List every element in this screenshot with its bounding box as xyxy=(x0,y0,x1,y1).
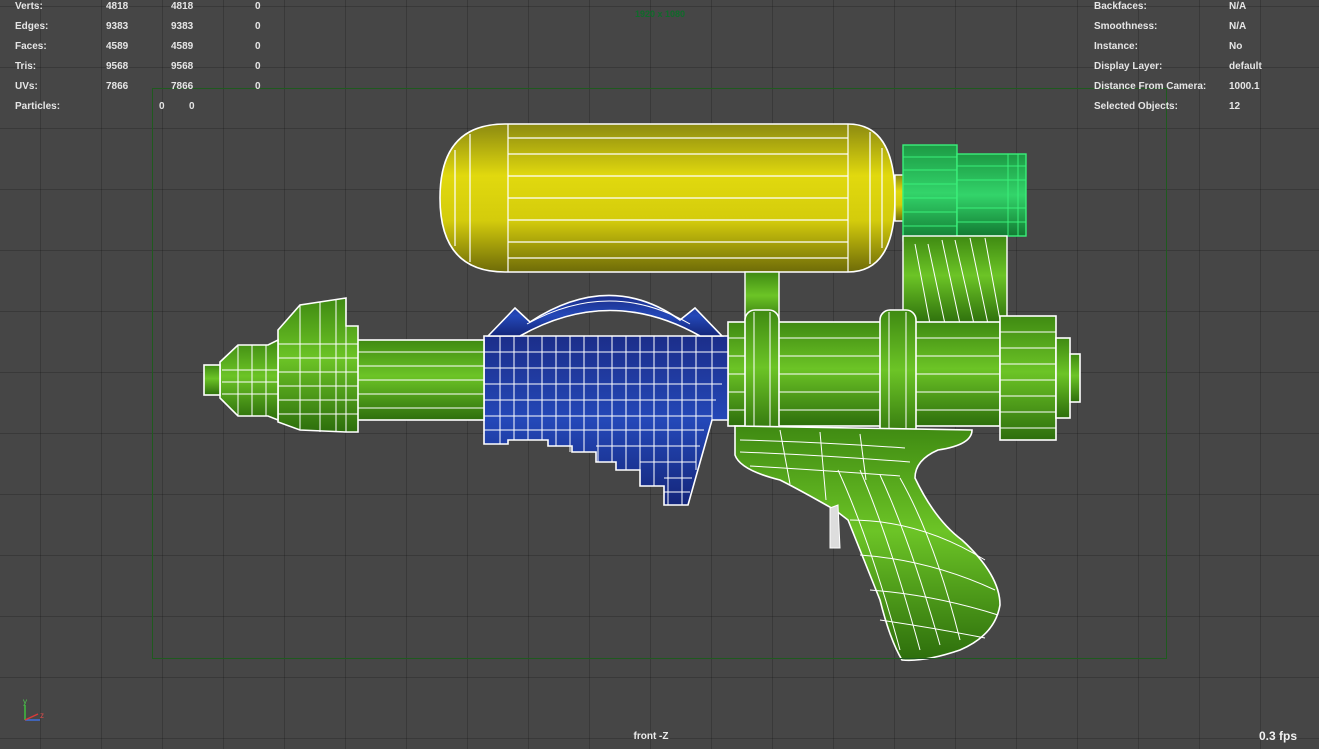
stat-value: 4818 xyxy=(171,1,194,12)
camera-name-label: front -Z xyxy=(633,731,669,742)
info-row-distance: Distance From Camera: 1000.1 xyxy=(1094,77,1294,97)
stat-row-particles: Particles: 0 0 xyxy=(15,97,285,117)
stat-value: 4589 xyxy=(106,41,129,52)
stat-label: Particles: xyxy=(15,101,61,112)
info-row-instance: Instance: No xyxy=(1094,37,1294,57)
info-label: Instance: xyxy=(1094,41,1138,52)
info-label: Display Layer: xyxy=(1094,61,1163,72)
stat-label: UVs: xyxy=(15,81,38,92)
info-value: N/A xyxy=(1229,21,1247,32)
info-row-display-layer: Display Layer: default xyxy=(1094,57,1294,77)
axis-y-label: y xyxy=(23,697,27,706)
stat-value: 0 xyxy=(255,41,261,52)
stat-value: 0 xyxy=(189,101,195,112)
info-value: N/A xyxy=(1229,1,1247,12)
info-row-smoothness: Smoothness: N/A xyxy=(1094,17,1294,37)
info-row-backfaces: Backfaces: N/A xyxy=(1094,0,1294,17)
stat-row-edges: Edges: 9383 9383 0 xyxy=(15,17,285,37)
axis-gizmo-icon: y z xyxy=(23,697,44,721)
info-value: No xyxy=(1229,41,1243,52)
stat-value: 0 xyxy=(255,1,261,12)
info-value: 12 xyxy=(1229,101,1241,112)
resolution-label: 1920 x 1080 xyxy=(634,9,686,19)
resolution-gate xyxy=(152,88,1167,659)
stat-label: Tris: xyxy=(15,61,37,72)
object-info-hud: Backfaces: N/A Smoothness: N/A Instance:… xyxy=(1094,0,1294,117)
viewport-front-camera[interactable]: 1920 x 1080 Verts: 4818 4818 0 Edges: 93… xyxy=(0,0,1319,749)
stat-row-tris: Tris: 9568 9568 0 xyxy=(15,57,285,77)
stat-value: 4589 xyxy=(171,41,194,52)
stat-row-uvs: UVs: 7866 7866 0 xyxy=(15,77,285,97)
info-label: Backfaces: xyxy=(1094,1,1147,12)
info-label: Smoothness: xyxy=(1094,21,1158,32)
stat-value: 4818 xyxy=(106,1,129,12)
stat-value: 9568 xyxy=(171,61,194,72)
stat-value: 0 xyxy=(255,21,261,32)
info-label: Selected Objects: xyxy=(1094,101,1178,112)
stat-value: 7866 xyxy=(171,81,194,92)
info-value: default xyxy=(1229,61,1262,72)
axis-z-label: z xyxy=(40,711,44,720)
stat-value: 7866 xyxy=(106,81,129,92)
stat-value: 0 xyxy=(255,81,261,92)
poly-count-hud: Verts: 4818 4818 0 Edges: 9383 9383 0 Fa… xyxy=(15,0,285,117)
stat-label: Edges: xyxy=(15,21,49,32)
stat-label: Verts: xyxy=(15,1,43,12)
info-value: 1000.1 xyxy=(1229,81,1260,92)
fps-counter: 0.3 fps xyxy=(1258,729,1297,743)
stat-label: Faces: xyxy=(15,41,47,52)
stat-value: 9568 xyxy=(106,61,129,72)
stat-row-faces: Faces: 4589 4589 0 xyxy=(15,37,285,57)
stat-value: 0 xyxy=(159,101,165,112)
stat-value: 9383 xyxy=(171,21,194,32)
stat-value: 0 xyxy=(255,61,261,72)
info-row-selected-objects: Selected Objects: 12 xyxy=(1094,97,1294,117)
stat-row-verts: Verts: 4818 4818 0 xyxy=(15,0,285,17)
stat-value: 9383 xyxy=(106,21,129,32)
info-label: Distance From Camera: xyxy=(1094,81,1207,92)
